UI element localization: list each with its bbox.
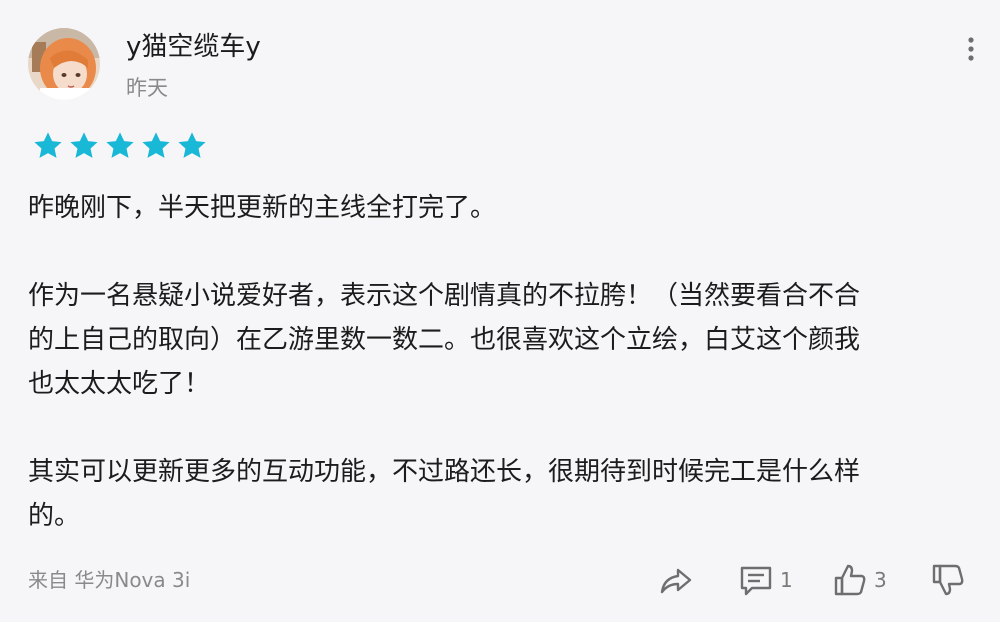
comment-button[interactable]: 1 <box>738 560 793 600</box>
reply-count: 1 <box>780 568 793 592</box>
star-rating <box>32 130 208 164</box>
post-time: 昨天 <box>126 76 168 100</box>
review-paragraph-3-line-2: 的。 <box>28 501 81 531</box>
share-icon <box>660 568 692 594</box>
comment-icon <box>740 566 772 596</box>
more-vertical-icon <box>968 37 974 61</box>
avatar[interactable] <box>28 28 100 100</box>
review-paragraph-1: 昨晚刚下，半天把更新的主线全打完了。 <box>28 193 497 223</box>
action-bar: 1 3 <box>0 560 1000 600</box>
username[interactable]: y猫空缆车y <box>126 30 261 64</box>
star-icon <box>178 132 206 158</box>
thumbs-down-icon <box>932 564 964 596</box>
review-paragraph-3-line-1: 其实可以更新更多的互动功能，不过路还长，很期待到时候完工是什么样 <box>28 457 861 487</box>
review-card: y猫空缆车y 昨天 昨晚刚下，半天把更新的主线全打完了。 作为一名悬疑小说爱好者… <box>0 0 1000 622</box>
dislike-button[interactable] <box>930 560 966 600</box>
more-options-button[interactable] <box>958 34 984 64</box>
review-paragraph-2-line-3: 也太太太吃了！ <box>28 369 211 399</box>
like-button[interactable]: 3 <box>832 560 887 600</box>
avatar-image <box>28 28 100 100</box>
thumbs-up-icon <box>834 564 866 596</box>
like-count: 3 <box>874 568 887 592</box>
review-text: 昨晚刚下，半天把更新的主线全打完了。 作为一名悬疑小说爱好者，表示这个剧情真的不… <box>28 186 968 538</box>
review-paragraph-2-line-2: 的上自己的取向）在乙游里数一数二。也很喜欢这个立绘，白艾这个颜我 <box>28 325 861 355</box>
star-icon <box>106 132 134 158</box>
share-button[interactable] <box>658 560 694 600</box>
star-icon <box>142 132 170 158</box>
star-icon <box>70 132 98 158</box>
review-paragraph-2-line-1: 作为一名悬疑小说爱好者，表示这个剧情真的不拉胯！（当然要看合不合 <box>28 281 861 311</box>
star-icon <box>34 132 62 158</box>
